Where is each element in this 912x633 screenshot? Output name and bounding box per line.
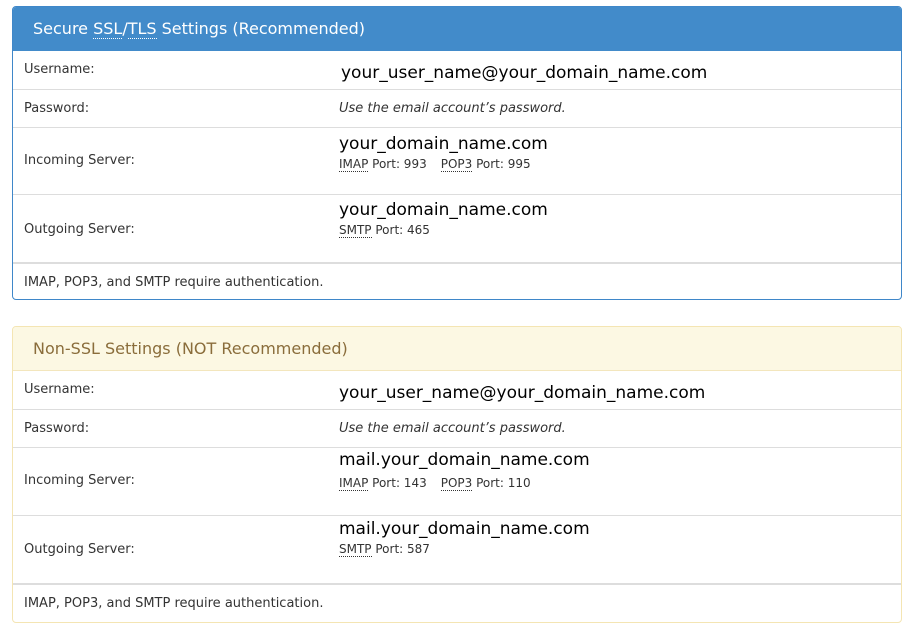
- secure-incoming-row: Incoming Server: your_domain_name.com IM…: [13, 127, 901, 194]
- secure-outgoing-row: Outgoing Server: your_domain_name.com SM…: [13, 194, 901, 262]
- secure-title-prefix: Secure: [33, 19, 94, 38]
- secure-incoming-host: your_domain_name.com: [339, 134, 548, 154]
- imap-port: Port: 993: [368, 157, 427, 171]
- secure-incoming-value: your_domain_name.com IMAP Port: 993 POP3 …: [339, 134, 548, 172]
- secure-outgoing-label: Outgoing Server:: [24, 222, 135, 237]
- nonssl-username-row: Username: your_user_name@your_domain_nam…: [13, 371, 901, 409]
- nonssl-panel-title: Non-SSL Settings (NOT Recommended): [13, 327, 901, 371]
- nonssl-password-value: Use the email account’s password.: [339, 421, 566, 436]
- secure-outgoing-ports: SMTP Port: 465: [339, 223, 548, 238]
- nonssl-outgoing-value: mail.your_domain_name.com SMTP Port: 587: [339, 519, 590, 557]
- imap-port: Port: 143: [368, 476, 427, 490]
- tls-abbr: TLS: [127, 19, 157, 39]
- nonssl-footer-row: IMAP, POP3, and SMTP require authenticat…: [13, 583, 901, 619]
- secure-username-value: your_user_name@your_domain_name.com: [341, 63, 708, 83]
- nonssl-outgoing-host: mail.your_domain_name.com: [339, 519, 590, 539]
- secure-outgoing-value: your_domain_name.com SMTP Port: 465: [339, 200, 548, 238]
- nonssl-incoming-value: mail.your_domain_name.com IMAP Port: 143…: [339, 450, 590, 491]
- nonssl-outgoing-ports: SMTP Port: 587: [339, 542, 590, 557]
- imap-abbr: IMAP: [339, 157, 369, 172]
- secure-password-row: Password: Use the email account’s passwo…: [13, 89, 901, 127]
- nonssl-incoming-host: mail.your_domain_name.com: [339, 450, 590, 470]
- secure-outgoing-host: your_domain_name.com: [339, 200, 548, 220]
- nonssl-username-value: your_user_name@your_domain_name.com: [339, 383, 706, 403]
- secure-password-label: Password:: [24, 101, 90, 116]
- nonssl-username-label: Username:: [24, 382, 95, 397]
- nonssl-settings-panel: Non-SSL Settings (NOT Recommended) Usern…: [12, 326, 902, 623]
- secure-settings-panel: Secure SSL/TLS Settings (Recommended) Us…: [12, 6, 902, 300]
- secure-incoming-ports: IMAP Port: 993 POP3 Port: 995: [339, 157, 548, 172]
- nonssl-incoming-ports: IMAP Port: 143 POP3 Port: 110: [339, 476, 590, 491]
- pop3-port: Port: 110: [472, 476, 531, 490]
- ssl-abbr: SSL: [93, 19, 123, 39]
- nonssl-auth-note: IMAP, POP3, and SMTP require authenticat…: [24, 596, 324, 611]
- smtp-abbr: SMTP: [339, 223, 372, 238]
- nonssl-password-row: Password: Use the email account’s passwo…: [13, 409, 901, 447]
- secure-password-value: Use the email account’s password.: [339, 101, 566, 116]
- pop3-abbr: POP3: [440, 476, 473, 491]
- secure-auth-note: IMAP, POP3, and SMTP require authenticat…: [24, 275, 324, 290]
- nonssl-password-label: Password:: [24, 421, 90, 436]
- nonssl-outgoing-label: Outgoing Server:: [24, 542, 135, 557]
- secure-panel-title: Secure SSL/TLS Settings (Recommended): [13, 7, 901, 51]
- pop3-abbr: POP3: [440, 157, 473, 172]
- pop3-port: Port: 995: [472, 157, 531, 171]
- secure-username-label: Username:: [24, 62, 95, 77]
- nonssl-outgoing-row: Outgoing Server: mail.your_domain_name.c…: [13, 515, 901, 583]
- nonssl-incoming-row: Incoming Server: mail.your_domain_name.c…: [13, 447, 901, 515]
- smtp-port: Port: 587: [371, 542, 430, 556]
- imap-abbr: IMAP: [339, 476, 369, 491]
- secure-title-slash: /: [122, 19, 128, 38]
- secure-footer-row: IMAP, POP3, and SMTP require authenticat…: [13, 262, 901, 298]
- smtp-port: Port: 465: [371, 223, 430, 237]
- secure-username-row: Username: your_user_name@your_domain_nam…: [13, 51, 901, 89]
- smtp-abbr: SMTP: [339, 542, 372, 557]
- secure-title-suffix: Settings (Recommended): [156, 19, 365, 38]
- secure-incoming-label: Incoming Server:: [24, 153, 135, 168]
- nonssl-incoming-label: Incoming Server:: [24, 473, 135, 488]
